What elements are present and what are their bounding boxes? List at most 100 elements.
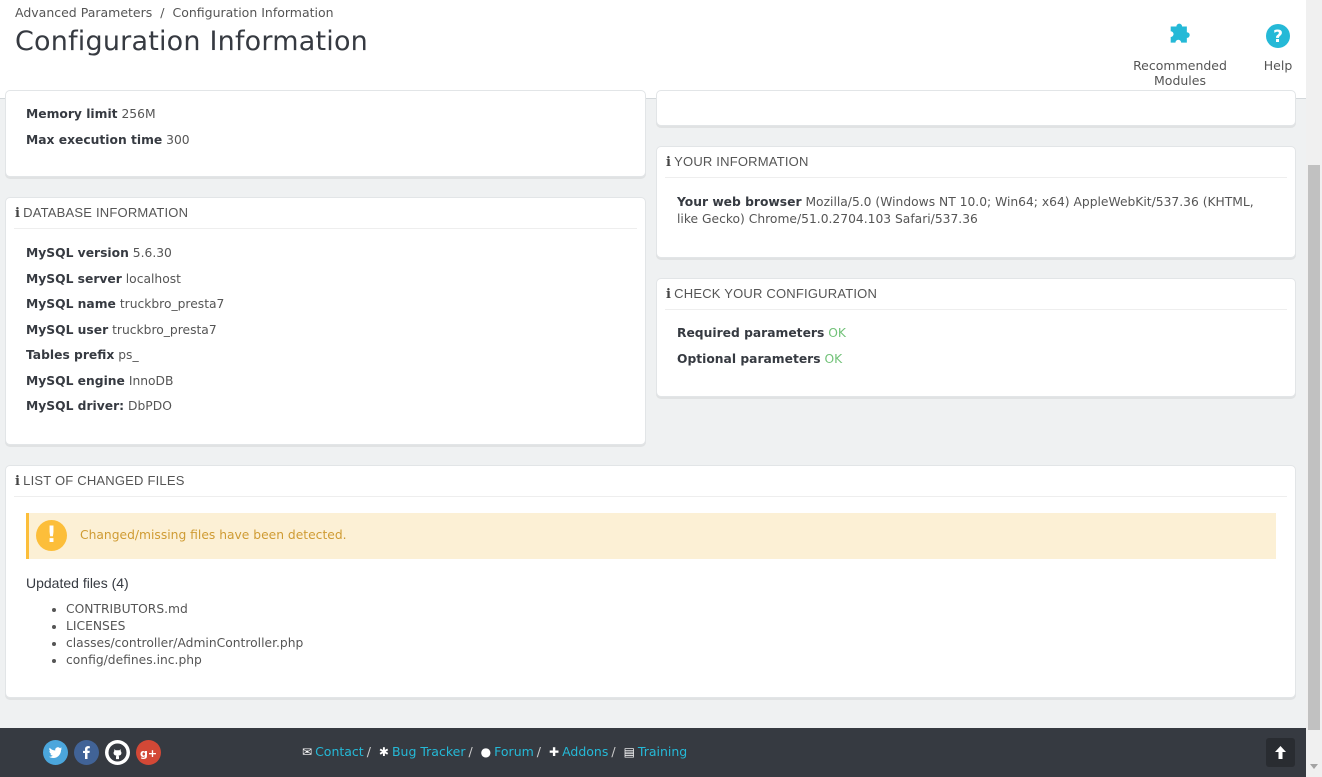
db-row: MySQL driver: DbPDO: [26, 399, 172, 413]
changed-files-panel: i LIST OF CHANGED FILES ! Changed/missing…: [5, 465, 1296, 698]
breadcrumb: Advanced Parameters / Configuration Inform…: [15, 5, 334, 20]
your-information-heading: YOUR INFORMATION: [674, 154, 809, 169]
scroll-to-top-button[interactable]: [1266, 738, 1295, 767]
max-execution-time-row: Max execution time 300: [26, 133, 190, 147]
footer-link-bug-tracker[interactable]: Bug Tracker: [392, 744, 466, 759]
footer-separator: /: [468, 744, 473, 759]
footer-link-training[interactable]: Training: [638, 744, 687, 759]
puzzle-icon: [1164, 20, 1196, 52]
list-item: LICENSES: [66, 618, 303, 635]
google-plus-icon[interactable]: g+: [136, 740, 161, 765]
page-header: Advanced Parameters / Configuration Inform…: [0, 0, 1306, 99]
panel-heading: i DATABASE INFORMATION: [14, 198, 637, 229]
panel-heading: i YOUR INFORMATION: [665, 147, 1287, 178]
db-row-value: truckbro_presta7: [119, 297, 225, 311]
db-row-label: MySQL user: [26, 323, 109, 337]
recommended-modules-button[interactable]: Recommended Modules: [1110, 20, 1250, 88]
warning-alert: ! Changed/missing files have been detect…: [26, 513, 1276, 559]
db-row-value: InnoDB: [128, 374, 174, 388]
required-parameters-row: Required parameters OK: [677, 326, 846, 340]
memory-limit-label: Memory limit: [26, 107, 118, 121]
max-execution-time-value: 300: [166, 133, 190, 147]
puzzle-icon: ✚: [549, 745, 560, 759]
info-icon: i: [666, 287, 672, 302]
db-row-label: MySQL name: [26, 297, 116, 311]
breadcrumb-item-advanced-parameters[interactable]: Advanced Parameters: [15, 5, 152, 20]
db-row-value: 5.6.30: [132, 246, 172, 260]
panel-heading: i LIST OF CHANGED FILES: [14, 466, 1287, 497]
scroll-down-arrow[interactable]: [1310, 764, 1318, 769]
github-icon[interactable]: [105, 740, 130, 765]
web-browser-label: Your web browser: [677, 195, 802, 209]
database-information-panel: i DATABASE INFORMATION MySQL version 5.6.…: [5, 197, 646, 445]
db-row-value: ps_: [118, 348, 139, 362]
max-execution-time-label: Max execution time: [26, 133, 163, 147]
memory-limit-value: 256M: [121, 107, 156, 121]
svg-text:?: ?: [1273, 27, 1283, 47]
svg-text:g+: g+: [140, 747, 157, 760]
comments-icon: ●: [480, 745, 492, 759]
web-browser-row: Your web browser Mozilla/5.0 (Windows NT…: [677, 194, 1277, 228]
list-item: classes/controller/AdminController.php: [66, 635, 303, 652]
exclamation-icon: !: [36, 520, 67, 551]
arrow-up-icon: [1275, 746, 1286, 759]
check-configuration-heading: CHECK YOUR CONFIGURATION: [674, 286, 878, 301]
db-row-label: MySQL version: [26, 246, 129, 260]
page-title: Configuration Information: [15, 26, 368, 57]
question-circle-icon: ?: [1262, 20, 1294, 52]
footer-separator: /: [536, 744, 542, 759]
required-parameters-label: Required parameters: [677, 326, 825, 340]
bug-icon: ✱: [378, 745, 389, 759]
db-row: MySQL name truckbro_presta7: [26, 297, 224, 311]
facebook-icon[interactable]: [74, 740, 99, 765]
info-icon: i: [15, 206, 21, 221]
recommended-modules-label: Recommended Modules: [1133, 58, 1227, 88]
breadcrumb-separator: /: [160, 5, 165, 20]
db-row-label: MySQL server: [26, 272, 122, 286]
db-row: MySQL user truckbro_presta7: [26, 323, 217, 337]
optional-parameters-row: Optional parameters OK: [677, 352, 842, 366]
footer-link-forum[interactable]: Forum: [494, 744, 534, 759]
info-icon: i: [666, 155, 672, 170]
store-information-panel: [656, 90, 1296, 126]
warning-alert-text: Changed/missing files have been detected…: [80, 528, 347, 542]
list-item: config/defines.inc.php: [66, 652, 303, 669]
footer-link-contact[interactable]: Contact: [315, 744, 364, 759]
database-heading: DATABASE INFORMATION: [23, 205, 189, 220]
db-row: MySQL server localhost: [26, 272, 181, 286]
book-icon: ▤: [623, 745, 635, 759]
db-row: MySQL engine InnoDB: [26, 374, 173, 388]
required-parameters-status: OK: [828, 326, 846, 340]
db-row-value: truckbro_presta7: [112, 323, 217, 337]
server-information-panel: Memory limit 256M Max execution time 300: [5, 90, 646, 177]
info-icon: i: [15, 474, 21, 489]
twitter-icon[interactable]: [43, 740, 68, 765]
your-information-panel: i YOUR INFORMATION Your web browser Mozil…: [656, 146, 1296, 258]
page-scrollbar[interactable]: [1306, 0, 1322, 777]
footer-links: ✉ Contact / ✱ Bug Tracker / ● Forum / ✚ Addons /…: [302, 744, 687, 759]
optional-parameters-label: Optional parameters: [677, 352, 821, 366]
memory-limit-row: Memory limit 256M: [26, 107, 156, 121]
help-label: Help: [1263, 58, 1293, 73]
db-row-value: localhost: [125, 272, 181, 286]
optional-parameters-status: OK: [824, 352, 843, 366]
footer-link-addons[interactable]: Addons: [562, 744, 608, 759]
db-row: Tables prefix ps_: [26, 348, 139, 362]
breadcrumb-item-current: Configuration Information: [172, 5, 334, 20]
changed-files-heading: LIST OF CHANGED FILES: [23, 473, 185, 488]
db-row-label: Tables prefix: [26, 348, 115, 362]
panel-heading: i CHECK YOUR CONFIGURATION: [665, 279, 1287, 310]
footer-separator: /: [366, 744, 371, 759]
footer-separator: /: [611, 744, 616, 759]
envelope-icon: ✉: [302, 745, 313, 759]
db-row: MySQL version 5.6.30: [26, 246, 172, 260]
db-row-label: MySQL engine: [26, 374, 125, 388]
updated-files-list: CONTRIBUTORS.md LICENSES classes/control…: [26, 601, 303, 669]
db-row-label: MySQL driver:: [26, 399, 125, 413]
updated-files-title: Updated files (4): [26, 575, 129, 591]
list-item: CONTRIBUTORS.md: [66, 601, 303, 618]
page-footer: g+ ✉ Contact / ✱ Bug Tracker / ● Forum / ✚ Addo…: [0, 728, 1306, 777]
help-button[interactable]: ? Help: [1258, 20, 1298, 73]
scrollbar-thumb[interactable]: [1308, 165, 1320, 730]
db-row-value: DbPDO: [128, 399, 172, 413]
